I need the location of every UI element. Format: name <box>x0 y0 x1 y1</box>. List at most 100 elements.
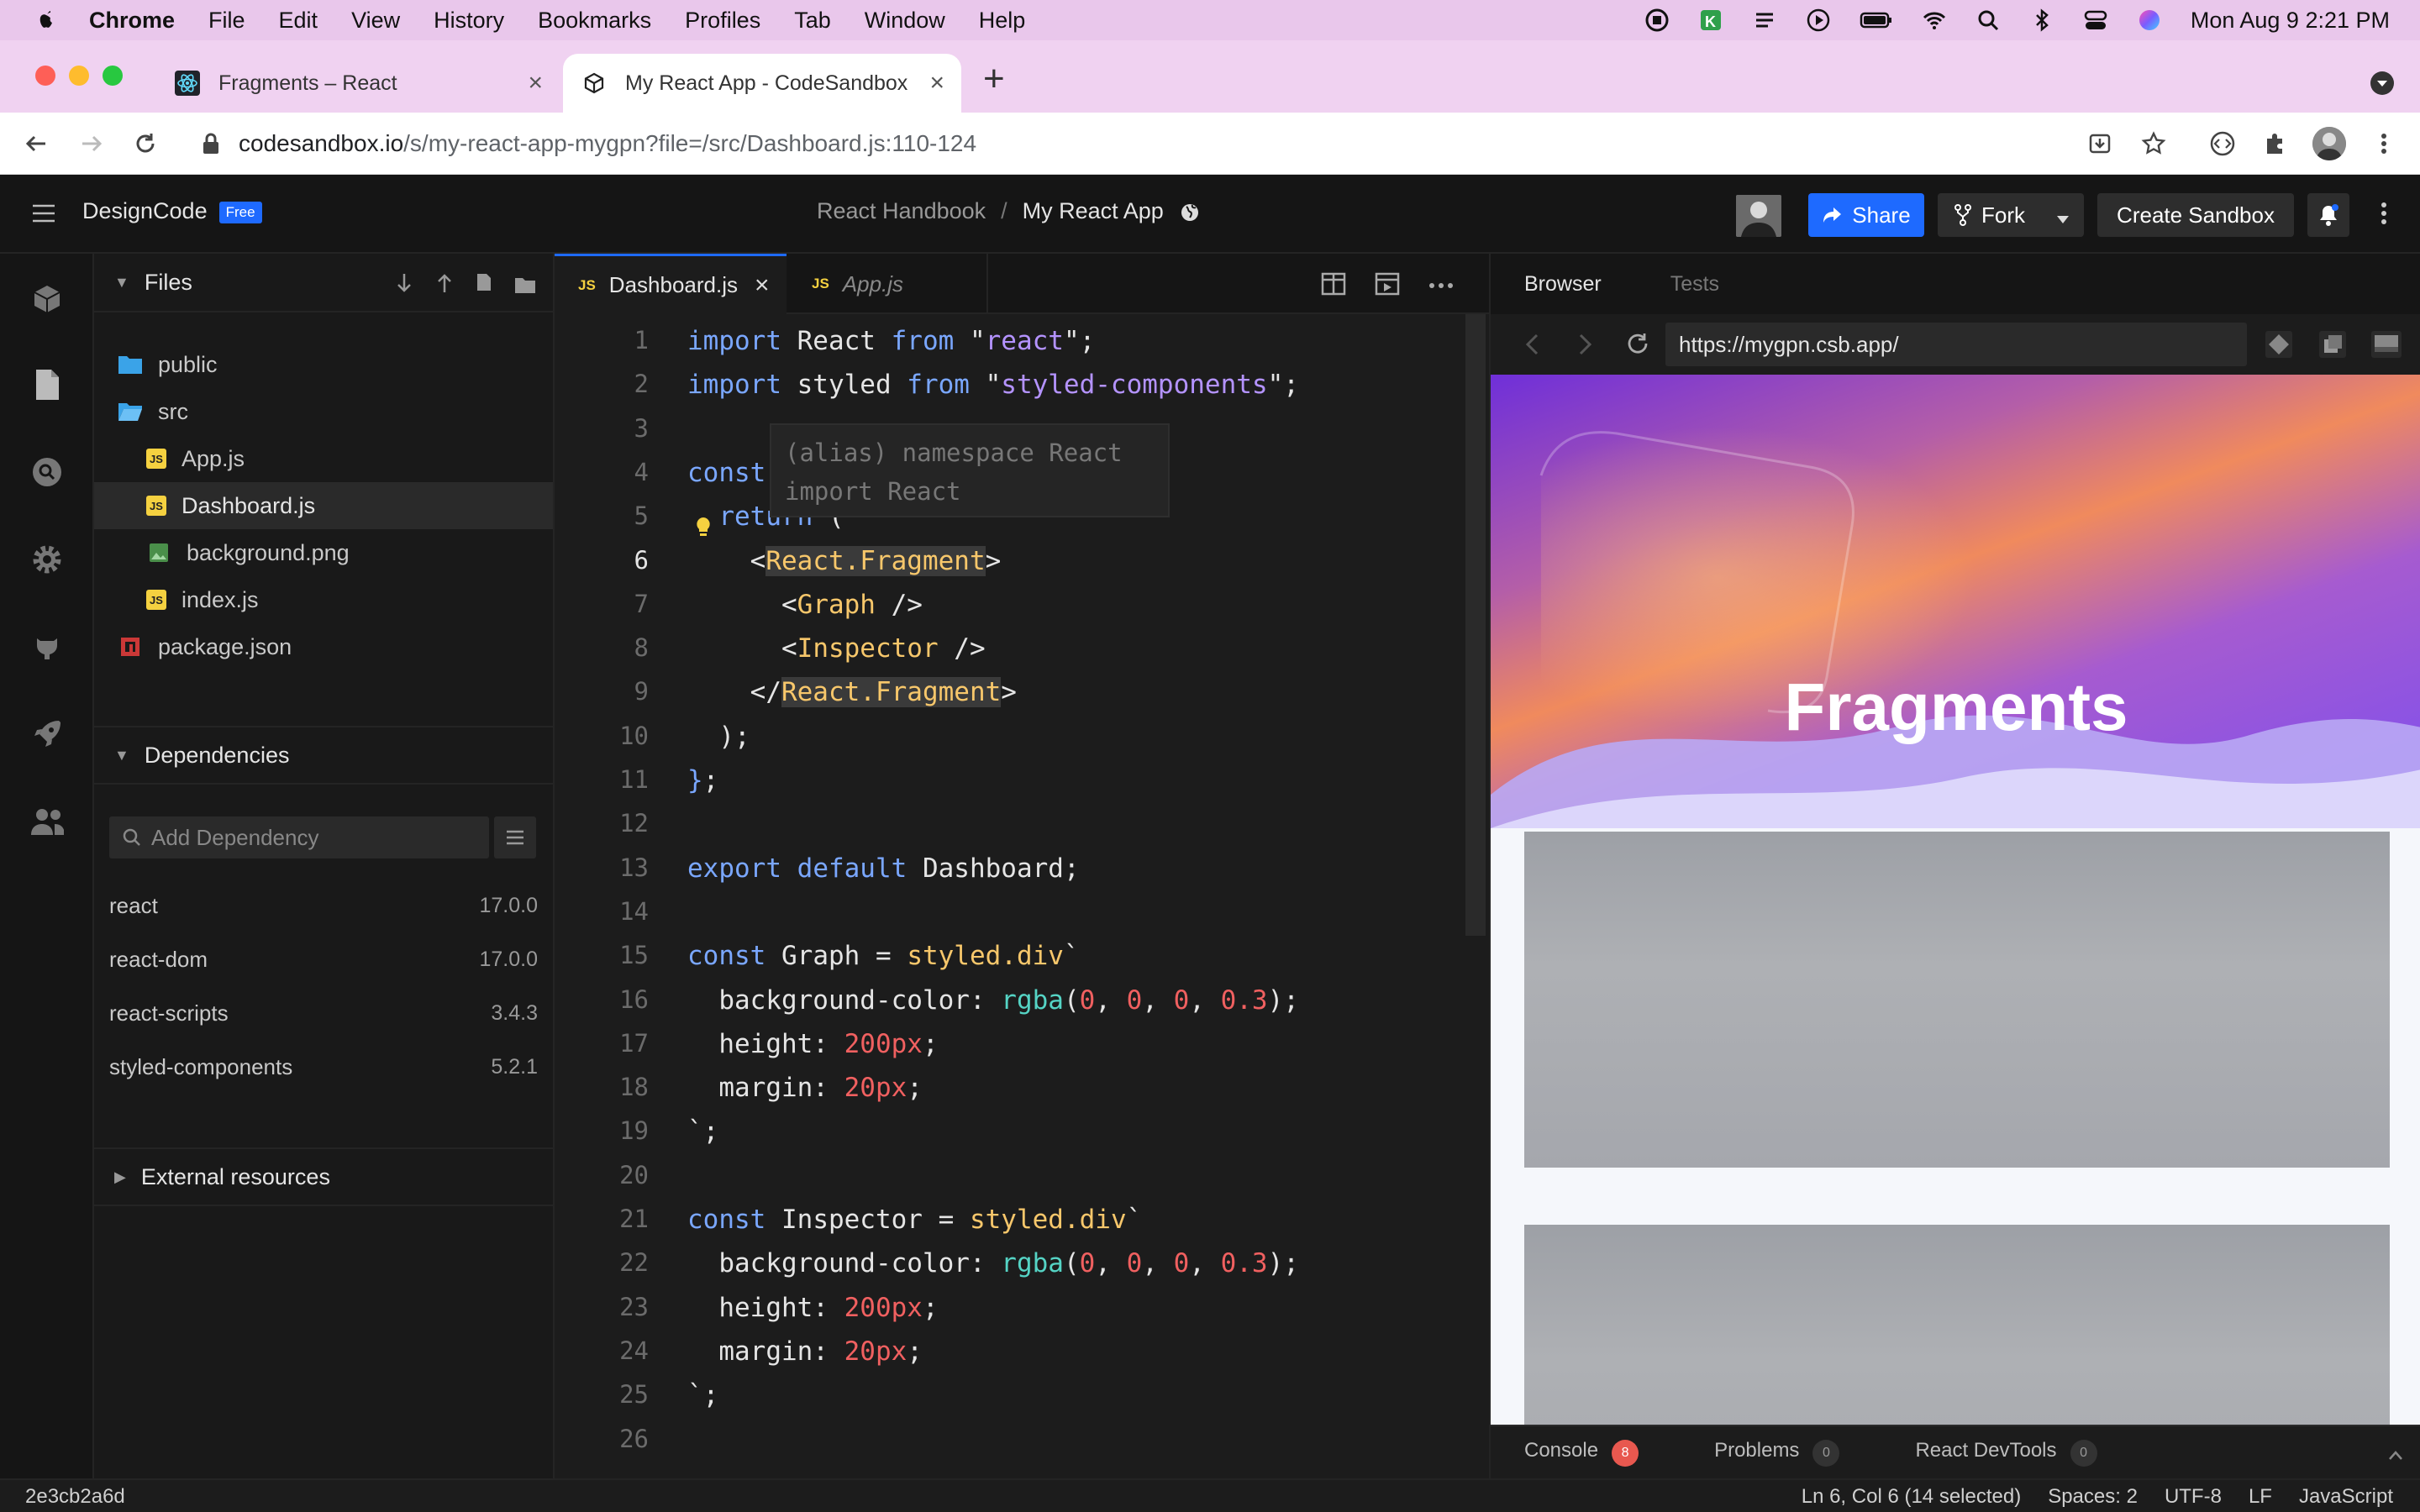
caret-right-icon[interactable]: ▶ <box>114 1168 126 1186</box>
dependency-row-react-scripts[interactable]: react-scripts 3.4.3 <box>109 988 538 1038</box>
bookmark-star-icon[interactable] <box>2139 129 2168 158</box>
code-line[interactable]: margin: 20px; <box>687 1073 923 1103</box>
menu-clock[interactable]: Mon Aug 9 2:21 PM <box>2191 8 2390 34</box>
tab-search-icon[interactable] <box>2370 71 2395 100</box>
install-app-icon[interactable] <box>2086 129 2114 158</box>
caret-down-icon[interactable]: ▼ <box>114 274 129 291</box>
open-new-window-icon[interactable] <box>2317 329 2348 364</box>
dependency-row-react[interactable]: react 17.0.0 <box>109 880 538 931</box>
wifi-icon[interactable] <box>1922 8 1947 33</box>
toggle-devtools-icon[interactable] <box>2370 329 2403 364</box>
file-tree-item-background-png[interactable]: background.png <box>94 529 553 576</box>
split-editor-icon[interactable] <box>1321 272 1346 300</box>
upload-icon[interactable] <box>435 272 454 300</box>
code-line[interactable]: export default Dashboard; <box>687 853 1080 884</box>
share-button[interactable]: Share <box>1808 193 1924 237</box>
file-tree-item-package-json[interactable]: package.json <box>94 623 553 670</box>
menu-help[interactable]: Help <box>979 8 1026 34</box>
profile-avatar[interactable] <box>2312 126 2346 160</box>
forward-arrow-icon[interactable] <box>77 129 106 158</box>
responsive-view-icon[interactable] <box>2264 329 2294 364</box>
apple-icon[interactable] <box>34 8 59 33</box>
code-line[interactable]: margin: 20px; <box>687 1336 923 1367</box>
menu-tab[interactable]: Tab <box>794 8 831 34</box>
close-tab-icon[interactable]: × <box>755 271 770 300</box>
code-line[interactable]: }; <box>687 765 718 795</box>
play-icon[interactable] <box>1806 8 1831 33</box>
file-encoding[interactable]: UTF-8 <box>2165 1485 2222 1509</box>
fork-button[interactable]: Fork <box>1938 193 2084 237</box>
window-minimize-button[interactable] <box>69 66 89 86</box>
editor-tab-dashboard-js[interactable]: JS Dashboard.js × <box>555 254 786 314</box>
new-tab-button[interactable]: + <box>983 60 1005 97</box>
chrome-menu-icon[interactable] <box>2370 129 2398 158</box>
siri-icon[interactable] <box>2137 8 2162 33</box>
code-line[interactable]: background-color: rgba(0, 0, 0, 0.3); <box>687 1248 1299 1278</box>
screen-record-icon[interactable] <box>1644 8 1670 33</box>
back-arrow-icon[interactable] <box>22 129 50 158</box>
language-mode[interactable]: JavaScript <box>2299 1485 2393 1509</box>
tab-tests[interactable]: Tests <box>1670 272 1719 297</box>
bluetooth-icon[interactable] <box>2029 8 2054 33</box>
code-line[interactable]: const Inspector = styled.div` <box>687 1205 1142 1235</box>
live-collaboration-icon[interactable] <box>30 805 64 838</box>
project-info-icon[interactable] <box>30 282 64 316</box>
chevron-down-icon[interactable] <box>2055 207 2070 233</box>
indentation-spaces[interactable]: Spaces: 2 <box>2048 1485 2138 1509</box>
code-line[interactable]: import React from "react"; <box>687 326 1095 356</box>
menu-app-chrome[interactable]: Chrome <box>89 8 175 34</box>
cursor-position[interactable]: Ln 6, Col 6 (14 selected) <box>1802 1485 2021 1509</box>
keyboard-maestro-icon[interactable]: K <box>1698 8 1723 33</box>
lock-icon[interactable] <box>197 129 225 158</box>
hamburger-menu-icon[interactable] <box>30 200 57 231</box>
dependency-row-styled-components[interactable]: styled-components 5.2.1 <box>109 1042 538 1092</box>
spotlight-search-icon[interactable] <box>1975 8 2001 33</box>
list-icon[interactable] <box>1752 8 1777 33</box>
add-dependency-input[interactable]: Add Dependency <box>109 816 489 858</box>
file-tree-item-app-js[interactable]: JS App.js <box>94 435 553 482</box>
settings-gear-icon[interactable] <box>30 543 64 576</box>
control-center-icon[interactable] <box>2083 8 2108 33</box>
code-line[interactable]: ); <box>687 722 750 752</box>
editor-tab-app-js[interactable]: JS App.js <box>788 254 988 314</box>
tab-browser[interactable]: Browser <box>1524 272 1602 297</box>
menu-edit[interactable]: Edit <box>279 8 318 34</box>
line-endings[interactable]: LF <box>2249 1485 2272 1509</box>
code-line[interactable]: <Graph /> <box>687 590 923 620</box>
dependency-row-react-dom[interactable]: react-dom 17.0.0 <box>109 934 538 984</box>
console-tab[interactable]: Console 8 <box>1524 1439 1639 1467</box>
external-resources-section-header[interactable]: ▶ External resources <box>94 1147 553 1206</box>
explorer-files-icon[interactable] <box>30 368 64 402</box>
open-preview-icon[interactable] <box>1375 272 1400 300</box>
dependency-list-menu-icon[interactable] <box>494 816 536 858</box>
code-line[interactable]: `; <box>687 1380 718 1410</box>
preview-forward-icon[interactable] <box>1576 333 1593 360</box>
search-icon[interactable] <box>30 455 64 489</box>
create-sandbox-button[interactable]: Create Sandbox <box>2097 193 2294 237</box>
code-line[interactable]: <Inspector /> <box>687 633 986 664</box>
globe-icon[interactable] <box>1179 198 1201 229</box>
extensions-puzzle-icon[interactable] <box>2260 129 2289 158</box>
collapse-down-icon[interactable] <box>395 272 413 300</box>
files-section-header[interactable]: ▼ Files <box>94 254 553 312</box>
menu-window[interactable]: Window <box>865 8 945 34</box>
window-close-button[interactable] <box>35 66 55 86</box>
editor-scrollbar[interactable] <box>1465 314 1486 936</box>
dependencies-section-header[interactable]: ▼ Dependencies <box>94 726 553 785</box>
lightbulb-icon[interactable] <box>694 516 713 542</box>
battery-icon[interactable] <box>1860 8 1893 33</box>
react-devtools-tab[interactable]: React DevTools 0 <box>1915 1439 2097 1467</box>
caret-down-icon[interactable]: ▼ <box>114 747 129 764</box>
notifications-button[interactable] <box>2307 193 2349 237</box>
code-line[interactable]: import styled from "styled-components"; <box>687 370 1299 400</box>
code-line[interactable]: height: 200px; <box>687 1293 938 1323</box>
address-bar-url[interactable]: codesandbox.io/s/my-react-app-mygpn?file… <box>239 130 976 157</box>
menu-profiles[interactable]: Profiles <box>685 8 760 34</box>
breadcrumb-current[interactable]: My React App <box>1023 198 1164 229</box>
menu-history[interactable]: History <box>434 8 504 34</box>
user-avatar[interactable] <box>1736 195 1781 237</box>
close-tab-icon[interactable]: × <box>528 69 543 97</box>
close-tab-icon[interactable]: × <box>929 69 944 97</box>
file-tree-item-src[interactable]: src <box>94 388 553 435</box>
expand-panel-chevron-up-icon[interactable] <box>2388 1443 2403 1467</box>
